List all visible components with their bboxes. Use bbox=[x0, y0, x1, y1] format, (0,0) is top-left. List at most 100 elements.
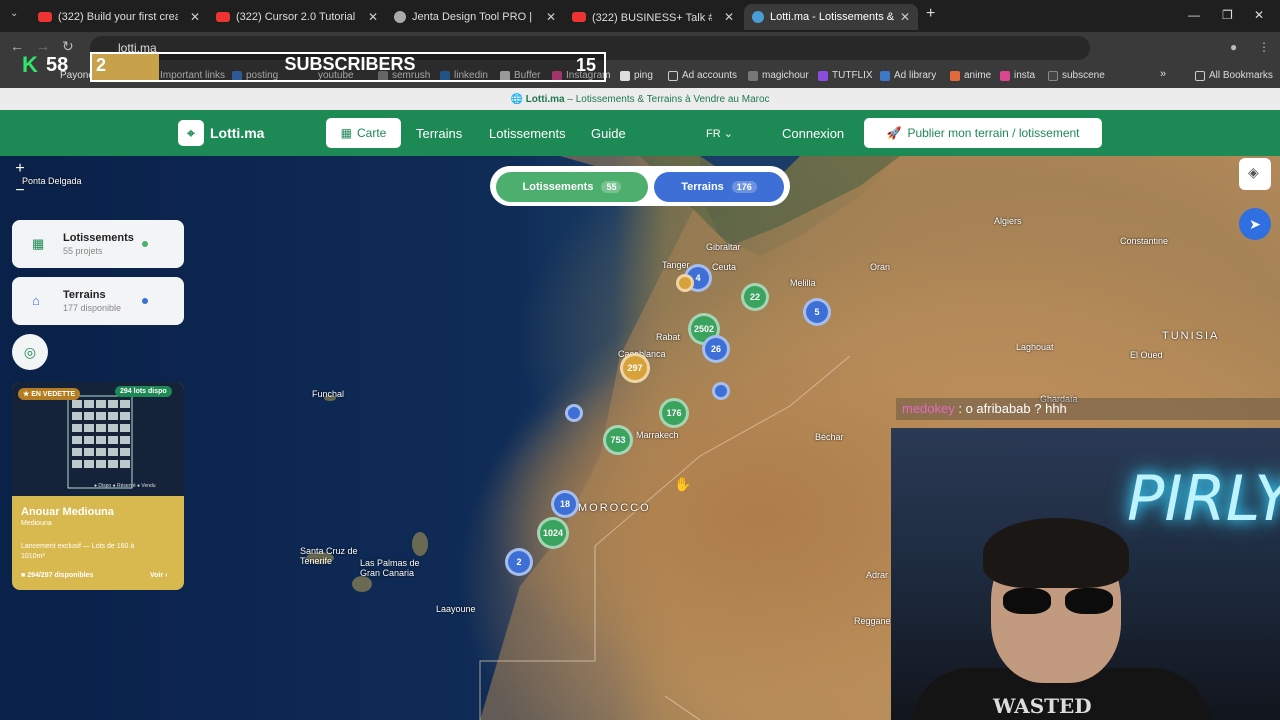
bookmark[interactable]: ping bbox=[620, 70, 653, 81]
bookmark[interactable]: TUTFLIX bbox=[818, 70, 873, 81]
toggle-lotissements-button[interactable]: Lotissements 55 bbox=[496, 172, 648, 202]
zoom-in-button[interactable]: + bbox=[8, 158, 32, 180]
map-label: Oran bbox=[870, 262, 891, 272]
featured-badge-label: EN VEDETTE bbox=[31, 391, 76, 398]
close-window-icon[interactable]: ✕ bbox=[1254, 8, 1264, 22]
tab-title: (322) Build your first creative A bbox=[58, 11, 178, 23]
browser-tab[interactable]: Jenta Design Tool PRO | Google ✕ bbox=[386, 4, 564, 30]
reload-icon[interactable]: ↻ bbox=[62, 38, 74, 55]
map-cluster[interactable]: 2 bbox=[505, 548, 533, 576]
publish-button[interactable]: 🚀 Publier mon terrain / lotissement bbox=[864, 118, 1102, 148]
nav-guide-link[interactable]: Guide bbox=[591, 126, 626, 141]
featured-availability-label: 294/297 disponibles bbox=[27, 572, 94, 579]
zoom-controls: + − bbox=[8, 158, 32, 202]
map-label: Funchal bbox=[312, 389, 345, 399]
bookmark-icon bbox=[620, 70, 630, 81]
close-tab-icon[interactable]: ✕ bbox=[724, 10, 734, 24]
toggle-terrains-button[interactable]: Terrains 176 bbox=[654, 172, 784, 202]
map-cluster[interactable]: 176 bbox=[659, 398, 689, 428]
browser-tab[interactable]: (322) BUSINESS+ Talk #67 | اله ✕ bbox=[564, 4, 742, 30]
bookmark[interactable]: Ad accounts bbox=[668, 70, 737, 81]
layers-button[interactable]: ◈ bbox=[1239, 158, 1271, 190]
more-bookmarks-icon[interactable]: » bbox=[1160, 68, 1166, 80]
bookmark[interactable]: subscene bbox=[1048, 70, 1105, 81]
tab-title: Lotti.ma - Lotissements & Terrai bbox=[770, 11, 894, 23]
globe-icon: 🌐 bbox=[510, 94, 526, 105]
hand-cursor-icon: ✋ bbox=[674, 476, 692, 492]
browser-tab-active[interactable]: Lotti.ma - Lotissements & Terrai ✕ bbox=[744, 4, 918, 30]
new-tab-button[interactable]: + bbox=[926, 5, 935, 23]
map-cluster[interactable]: 26 bbox=[702, 335, 730, 363]
map-label: Laghouat bbox=[1016, 342, 1054, 352]
featured-location: Mediouna bbox=[21, 520, 52, 527]
all-bookmarks[interactable]: All Bookmarks bbox=[1195, 70, 1273, 81]
featured-view-link[interactable]: Voir › bbox=[150, 572, 167, 579]
status-dot bbox=[142, 298, 148, 304]
map-label: Béchar bbox=[815, 432, 844, 442]
map-cluster[interactable]: 297 bbox=[620, 353, 650, 383]
bookmark-label: Ad library bbox=[894, 70, 937, 81]
close-tab-icon[interactable]: ✕ bbox=[368, 10, 378, 24]
globe-icon bbox=[752, 11, 764, 23]
sunglasses-icon bbox=[1003, 588, 1113, 614]
banner-text: – Lotissements & Terrains à Vendre au Ma… bbox=[564, 94, 770, 105]
neon-sign: PIRLY bbox=[1127, 462, 1280, 535]
language-selector[interactable]: FR ⌄ bbox=[706, 127, 733, 140]
maximize-icon[interactable]: ❐ bbox=[1222, 8, 1233, 22]
map-cluster[interactable] bbox=[676, 274, 694, 292]
locate-button[interactable]: ➤ bbox=[1239, 208, 1271, 240]
map-label: Melilla bbox=[790, 278, 816, 288]
login-link[interactable]: Connexion bbox=[782, 126, 844, 141]
minimize-icon[interactable]: — bbox=[1188, 8, 1200, 22]
toggle-terrains-label: Terrains bbox=[681, 181, 724, 193]
nav-carte-button[interactable]: ▦ Carte bbox=[326, 118, 401, 148]
map-cluster[interactable]: 753 bbox=[603, 425, 633, 455]
map-cluster[interactable] bbox=[712, 382, 730, 400]
bookmark[interactable]: insta bbox=[1000, 70, 1035, 81]
browser-tab[interactable]: (322) Cursor 2.0 Tutorial for Beg ✕ bbox=[208, 4, 386, 30]
featured-listing-card[interactable]: ★ EN VEDETTE 294 lots dispo ● Dispo ● Ré… bbox=[12, 382, 184, 590]
explore-button[interactable]: ◎ bbox=[12, 334, 48, 370]
bookmark[interactable]: anime bbox=[950, 70, 991, 81]
profile-icon[interactable]: ● bbox=[1230, 40, 1237, 54]
stream-chat-message: medokey : o afribabab ? hhh bbox=[896, 398, 1280, 420]
chat-text: : o afribabab ? hhh bbox=[954, 401, 1067, 416]
lots-available-badge: 294 lots dispo bbox=[115, 386, 172, 397]
bookmark-label: All Bookmarks bbox=[1209, 70, 1273, 81]
subscriber-current: 2 bbox=[96, 55, 107, 75]
nav-lotissements-link[interactable]: Lotissements bbox=[489, 126, 566, 141]
close-tab-icon[interactable]: ✕ bbox=[900, 10, 910, 24]
map-cluster[interactable]: 5 bbox=[803, 298, 831, 326]
meta-icon bbox=[880, 70, 890, 81]
home-icon: ⌂ bbox=[32, 293, 40, 308]
tab-search-icon[interactable]: ⌄ bbox=[10, 8, 18, 19]
subscriber-label: SUBSCRIBERS bbox=[284, 54, 416, 74]
nav-terrains-link[interactable]: Terrains bbox=[416, 126, 462, 141]
map-cluster[interactable]: 18 bbox=[551, 490, 579, 518]
featured-badge: ★ EN VEDETTE bbox=[18, 388, 81, 400]
forward-icon[interactable]: → bbox=[36, 38, 50, 54]
site-logo[interactable]: ⌖ Lotti.ma bbox=[178, 120, 264, 146]
map-label: Constantine bbox=[1120, 236, 1169, 246]
side-filter-terrains[interactable]: ⌂ Terrains 177 disponible bbox=[12, 277, 184, 325]
tab-title: Jenta Design Tool PRO | Google bbox=[412, 11, 532, 23]
compass-icon: ◎ bbox=[23, 343, 37, 360]
close-tab-icon[interactable]: ✕ bbox=[546, 10, 556, 24]
bookmark-label: magichour bbox=[762, 70, 809, 81]
site-banner: 🌐 Lotti.ma – Lotissements & Terrains à V… bbox=[0, 88, 1280, 110]
subscriber-goal: 15 bbox=[576, 55, 597, 75]
tab-title: (322) BUSINESS+ Talk #67 | اله bbox=[592, 11, 712, 24]
toggle-lotissements-count: 55 bbox=[601, 181, 622, 193]
zoom-out-button[interactable]: − bbox=[8, 180, 32, 202]
map-cluster[interactable]: 1024 bbox=[537, 517, 569, 549]
map-cluster[interactable] bbox=[565, 404, 583, 422]
browser-tab[interactable]: (322) Build your first creative A ✕ bbox=[30, 4, 208, 30]
close-tab-icon[interactable]: ✕ bbox=[190, 10, 200, 24]
side-filter-lotissements[interactable]: ▦ Lotissements 55 projets bbox=[12, 220, 184, 268]
map-cluster[interactable]: 22 bbox=[741, 283, 769, 311]
menu-icon[interactable]: ⋮ bbox=[1258, 40, 1270, 54]
bookmark[interactable]: magichour bbox=[748, 70, 809, 81]
bookmark-label: subscene bbox=[1062, 70, 1105, 81]
bookmark[interactable]: Ad library bbox=[880, 70, 936, 81]
plan-legend: ● Dispo ● Réservé ● Vendu bbox=[94, 483, 156, 489]
